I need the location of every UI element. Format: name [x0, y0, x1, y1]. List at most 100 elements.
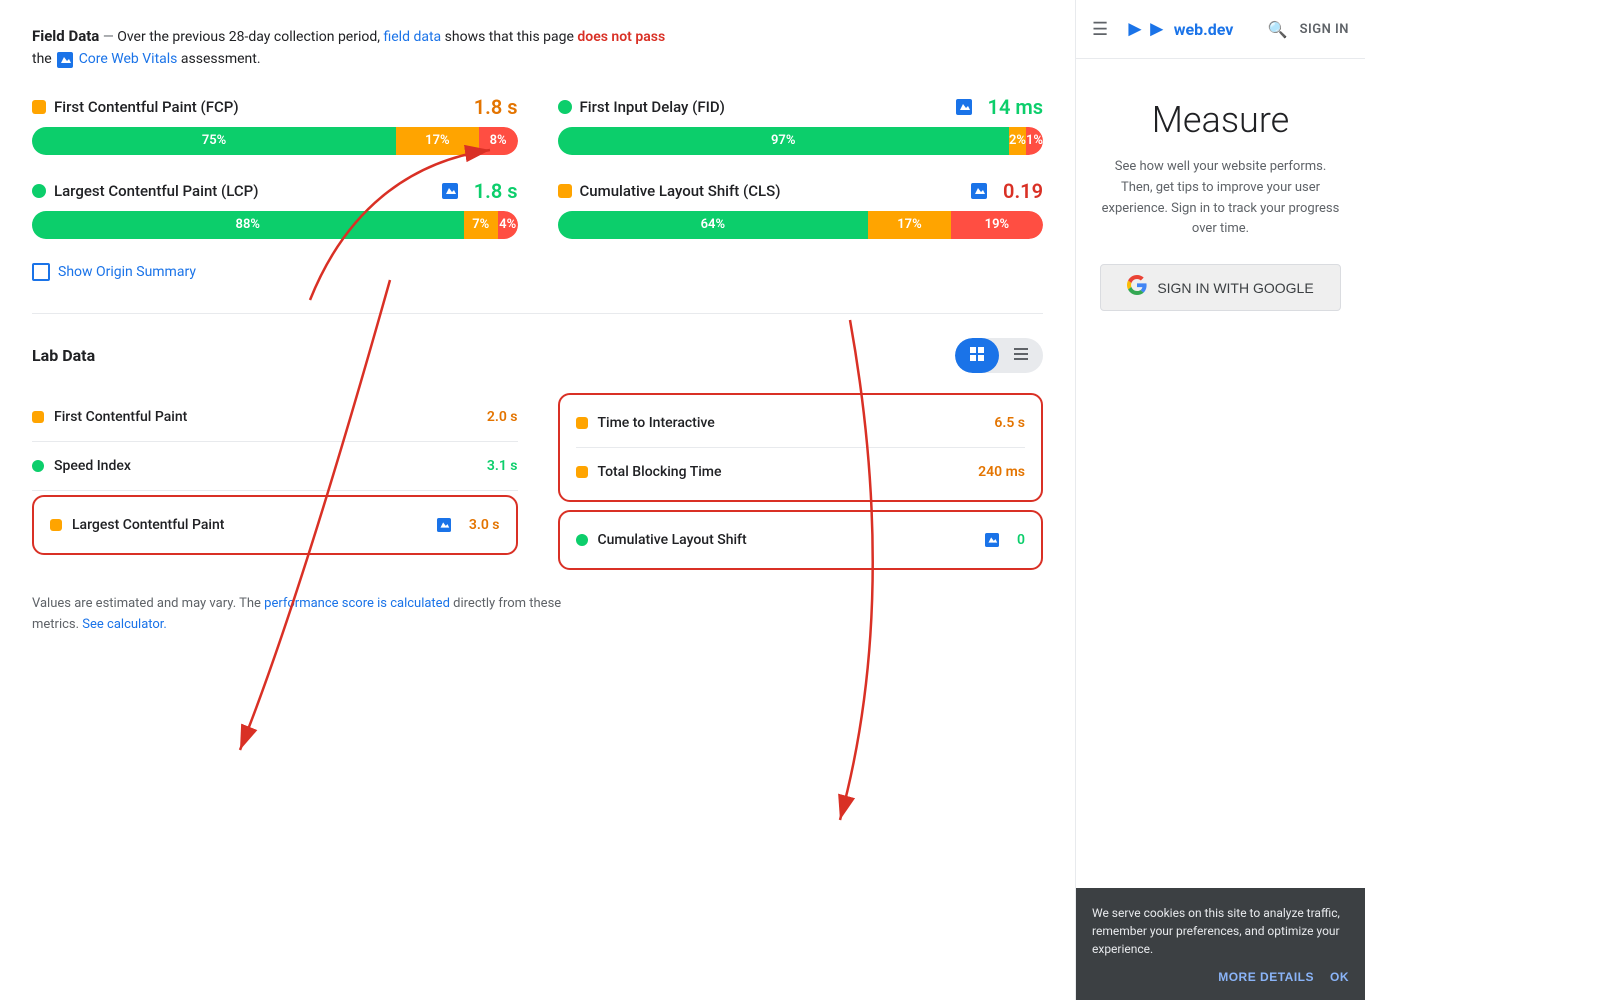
lab-fcp-value: 2.0 s [487, 409, 518, 425]
cookie-banner: We serve cookies on this site to analyze… [1076, 888, 1365, 1000]
lab-metric-tti: Time to Interactive 6.5 s [576, 399, 1026, 448]
lab-tbt-indicator [576, 466, 588, 478]
field-data-desc-middle: shows that this page [445, 29, 574, 45]
lab-metric-fcp: First Contentful Paint 2.0 s [32, 393, 518, 442]
more-details-button[interactable]: MORE DETAILS [1218, 970, 1314, 984]
fcp-bar-green: 75% [32, 127, 396, 155]
lab-lcp-value: 3.0 s [469, 517, 500, 533]
sidebar: ☰ ►► web.dev 🔍 SIGN IN Measure See how w… [1075, 0, 1365, 1000]
fid-indicator [558, 100, 572, 114]
ok-button[interactable]: OK [1330, 970, 1349, 984]
menu-icon[interactable]: ☰ [1092, 19, 1108, 40]
cookie-actions: MORE DETAILS OK [1092, 970, 1349, 984]
perf-score-link[interactable]: performance score is calculated [264, 596, 450, 611]
metric-card-fid: First Input Delay (FID) 14 ms 97% 2% 1% [558, 95, 1044, 155]
lab-metric-lcp: Largest Contentful Paint 3.0 s [50, 501, 500, 549]
lab-metrics-right: Time to Interactive 6.5 s Total Blocking… [558, 393, 1044, 570]
field-data-dash: — [103, 29, 114, 45]
cls-cwv-icon [971, 183, 987, 199]
search-icon[interactable]: 🔍 [1268, 20, 1288, 39]
field-data-desc-after: the [32, 51, 52, 67]
fid-value: 14 ms [988, 95, 1043, 119]
lab-lcp-cwv-icon [437, 518, 451, 532]
lab-cls-highlighted-box: Cumulative Layout Shift 0 [558, 510, 1044, 570]
fcp-bar-red: 8% [479, 127, 518, 155]
view-toggle[interactable] [955, 338, 1043, 373]
lab-data-title: Lab Data [32, 346, 95, 365]
lab-metric-tbt: Total Blocking Time 240 ms [576, 448, 1026, 496]
fid-name: First Input Delay (FID) [580, 98, 948, 116]
footer-text-1: Values are estimated and may vary. The [32, 596, 261, 611]
field-data-title: Field Data [32, 27, 99, 45]
cls-bar: 64% 17% 19% [558, 211, 1044, 239]
fid-cwv-icon [956, 99, 972, 115]
lab-lcp-highlighted-box: Largest Contentful Paint 3.0 s [32, 495, 518, 555]
measure-title: Measure [1100, 99, 1341, 141]
lab-fcp-indicator [32, 411, 44, 423]
lcp-bar-red: 4% [498, 211, 518, 239]
lab-cls-cwv-icon [985, 533, 999, 547]
lcp-name: Largest Contentful Paint (LCP) [54, 182, 434, 200]
assessment-text: assessment. [181, 51, 261, 67]
toggle-list-btn[interactable] [999, 338, 1043, 373]
metric-card-fcp: First Contentful Paint (FCP) 1.8 s 75% 1… [32, 95, 518, 155]
measure-desc: See how well your website performs. Then… [1100, 157, 1341, 240]
calculator-link[interactable]: See calculator. [82, 617, 167, 632]
cwv-link[interactable]: Core Web Vitals [79, 51, 178, 67]
lcp-bar-green: 88% [32, 211, 464, 239]
field-data-link[interactable]: field data [384, 29, 442, 45]
cls-bar-green: 64% [558, 211, 869, 239]
lab-si-indicator [32, 460, 44, 472]
fid-bar-red: 1% [1026, 127, 1043, 155]
footer-text-2: directly from these [453, 596, 561, 611]
lab-lcp-indicator [50, 519, 62, 531]
google-signin-label: SIGN IN WITH GOOGLE [1157, 280, 1313, 296]
lab-tti-indicator [576, 417, 588, 429]
lab-tbt-value: 240 ms [978, 464, 1025, 480]
lab-cls-name: Cumulative Layout Shift [598, 532, 972, 548]
field-data-description-before: Over the previous 28-day collection peri… [117, 29, 380, 45]
section-divider [32, 313, 1043, 314]
sidebar-nav: ☰ ►► web.dev [1092, 16, 1233, 42]
lcp-bar-orange: 7% [464, 211, 498, 239]
sidebar-logo[interactable]: ►► web.dev [1124, 16, 1233, 42]
lcp-bar: 88% 7% 4% [32, 211, 518, 239]
cls-value: 0.19 [1003, 179, 1043, 203]
lcp-value: 1.8 s [474, 179, 518, 203]
lab-si-value: 3.1 s [487, 458, 518, 474]
field-data-fail: does not pass [577, 29, 665, 45]
footer-note: Values are estimated and may vary. The p… [32, 594, 1043, 636]
lab-metric-si: Speed Index 3.1 s [32, 442, 518, 491]
logo-text: web.dev [1174, 20, 1234, 39]
cwv-icon-header [57, 52, 73, 68]
metric-card-lcp: Largest Contentful Paint (LCP) 1.8 s 88%… [32, 179, 518, 239]
fcp-value: 1.8 s [474, 95, 518, 119]
lab-metrics-left: First Contentful Paint 2.0 s Speed Index… [32, 393, 518, 570]
logo-arrow-icon: ►► [1124, 16, 1168, 42]
field-metrics-grid: First Contentful Paint (FCP) 1.8 s 75% 1… [32, 95, 1043, 239]
google-signin-button[interactable]: SIGN IN WITH GOOGLE [1100, 264, 1341, 311]
metric-card-cls: Cumulative Layout Shift (CLS) 0.19 64% 1… [558, 179, 1044, 239]
origin-summary-checkbox[interactable] [32, 263, 50, 281]
origin-summary-label[interactable]: Show Origin Summary [58, 264, 196, 280]
lab-cls-value: 0 [1017, 532, 1025, 548]
fcp-indicator [32, 100, 46, 114]
cls-name: Cumulative Layout Shift (CLS) [580, 182, 964, 200]
toggle-grid-btn[interactable] [955, 338, 999, 373]
lab-tti-tbt-highlighted-box: Time to Interactive 6.5 s Total Blocking… [558, 393, 1044, 502]
cls-bar-orange: 17% [868, 211, 951, 239]
fid-bar-orange: 2% [1009, 127, 1026, 155]
fcp-bar-orange: 17% [396, 127, 479, 155]
footer-text-3: metrics. [32, 617, 79, 632]
sign-in-text[interactable]: SIGN IN [1300, 22, 1349, 37]
lcp-cwv-icon [442, 183, 458, 199]
field-data-section: Field Data — Over the previous 28-day co… [32, 24, 1043, 71]
lab-lcp-name: Largest Contentful Paint [72, 517, 423, 533]
lab-tti-value: 6.5 s [994, 415, 1025, 431]
show-origin-summary[interactable]: Show Origin Summary [32, 263, 1043, 281]
cookie-text: We serve cookies on this site to analyze… [1092, 904, 1349, 958]
fcp-name: First Contentful Paint (FCP) [54, 98, 466, 116]
sidebar-content: Measure See how well your website perfor… [1076, 59, 1365, 335]
lab-metrics-grid: First Contentful Paint 2.0 s Speed Index… [32, 393, 1043, 570]
lab-cls-indicator [576, 534, 588, 546]
